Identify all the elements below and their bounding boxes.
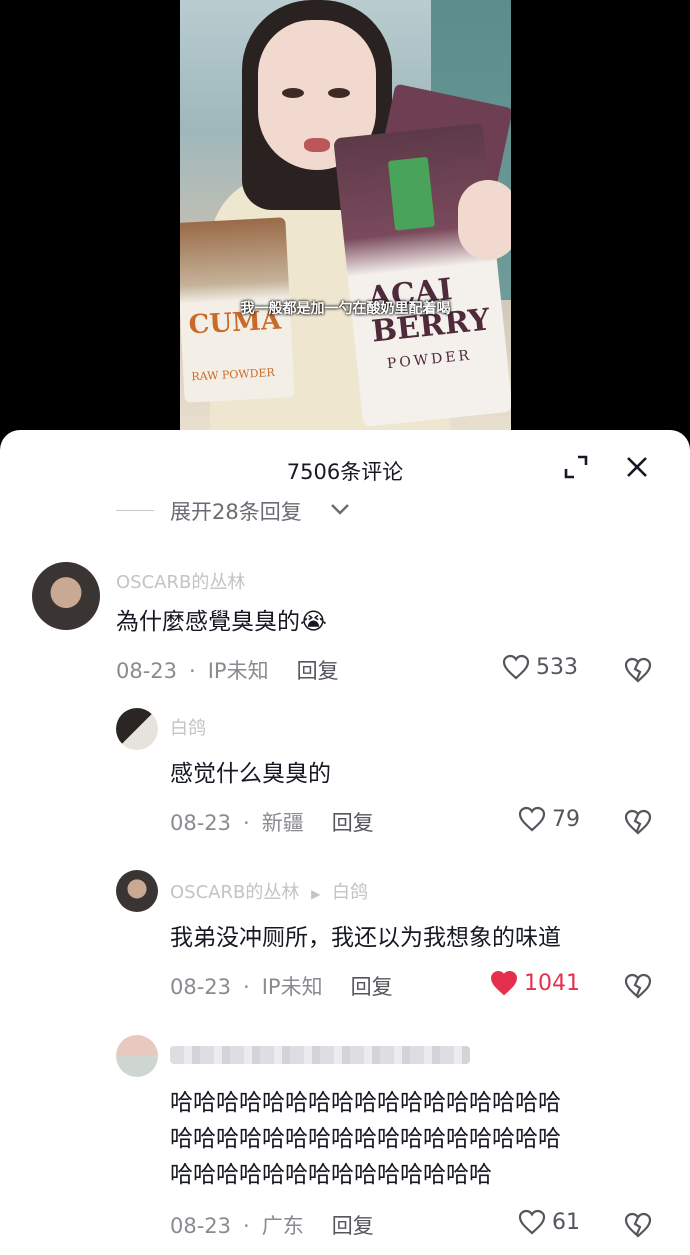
comment-meta: 08-23 · IP未知 回复 [116, 659, 339, 683]
reply-button[interactable]: 回复 [297, 659, 339, 683]
expand-replies[interactable]: 展开28条回复 [0, 496, 690, 526]
product-bag-right: ACAI BERRY POWDER [333, 122, 511, 428]
close-icon[interactable] [622, 452, 652, 482]
product-tag [387, 156, 435, 231]
like-count: 61 [552, 1209, 580, 1235]
dislike-heart-icon[interactable] [624, 656, 652, 684]
heart-icon [490, 970, 518, 996]
heart-icon [502, 654, 530, 680]
comment-username[interactable]: OSCARB的丛林 [116, 568, 245, 594]
comment-text: 我弟没冲厕所，我还以为我想象的味道 [170, 925, 561, 951]
like-button[interactable]: 1041 [490, 970, 580, 996]
comment-text: 感觉什么臭臭的 [170, 761, 331, 787]
divider-line [116, 510, 154, 511]
reply-button[interactable]: 回复 [332, 811, 374, 835]
comment-date: 08-23 [116, 659, 178, 683]
heart-icon [518, 1209, 546, 1235]
video-frame: CUMA RAW POWDER ACAI BERRY POWDER 我一般都是加… [180, 0, 511, 430]
product-type-left: RAW POWDER [191, 366, 276, 384]
video-subtitle: 我一般都是加一勺在酸奶里配着喝 [240, 301, 451, 317]
comment-text-line: 哈哈哈哈哈哈哈哈哈哈哈哈哈哈哈哈哈 [170, 1126, 561, 1152]
comment-date: 08-23 [170, 811, 232, 835]
comment-text: 為什麼感覺臭臭的😭 [116, 609, 327, 635]
dislike-heart-icon[interactable] [624, 808, 652, 836]
comment-location: 广东 [261, 1214, 304, 1238]
like-button[interactable]: 61 [518, 1209, 580, 1235]
eye-right [328, 88, 350, 98]
comment-username[interactable]: 白鸽 [170, 714, 206, 740]
person-hand [458, 180, 511, 260]
like-count: 533 [536, 654, 578, 680]
comment-text-line: 哈哈哈哈哈哈哈哈哈哈哈哈哈哈 [170, 1162, 492, 1188]
comment-location: IP未知 [261, 975, 323, 999]
reply-to-user[interactable]: 白鸽 [332, 882, 368, 903]
reply-button[interactable]: 回复 [332, 1214, 374, 1238]
dislike-heart-icon[interactable] [624, 972, 652, 1000]
expand-replies-label: 展开28条回复 [170, 500, 302, 524]
comment-location: 新疆 [261, 811, 304, 835]
reply-button[interactable]: 回复 [351, 975, 393, 999]
like-count: 1041 [524, 970, 580, 996]
comment-meta: 08-23 · IP未知 回复 [170, 975, 393, 999]
reply-author[interactable]: OSCARB的丛林 [170, 882, 299, 903]
fullscreen-icon[interactable] [561, 452, 591, 482]
chevron-down-icon [331, 504, 349, 515]
like-button[interactable]: 79 [518, 806, 580, 832]
comment-text-line: 哈哈哈哈哈哈哈哈哈哈哈哈哈哈哈哈哈 [170, 1090, 561, 1116]
video-player[interactable]: CUMA RAW POWDER ACAI BERRY POWDER 我一般都是加… [0, 0, 690, 440]
comments-sheet: 7506条评论 展开28条回复 OSCARB的丛林 為什麼感覺臭臭的😭 08-2… [0, 430, 690, 1255]
avatar[interactable] [116, 870, 158, 912]
dislike-heart-icon[interactable] [624, 1211, 652, 1239]
comment-date: 08-23 [170, 1214, 232, 1238]
comment-username[interactable]: OSCARB的丛林 ▶ 白鸽 [170, 878, 368, 904]
like-button[interactable]: 533 [502, 654, 578, 680]
comment-location: IP未知 [207, 659, 269, 683]
heart-icon [518, 806, 546, 832]
comment-meta: 08-23 · 广东 回复 [170, 1214, 374, 1238]
product-type-right: POWDER [386, 347, 473, 373]
eye-left [282, 88, 304, 98]
mouth [304, 138, 330, 152]
avatar[interactable] [32, 562, 100, 630]
reply-arrow-icon: ▶ [311, 887, 321, 901]
avatar[interactable] [116, 1035, 158, 1077]
like-count: 79 [552, 806, 580, 832]
comment-meta: 08-23 · 新疆 回复 [170, 811, 374, 835]
avatar[interactable] [116, 708, 158, 750]
comment-date: 08-23 [170, 975, 232, 999]
username-blurred[interactable] [170, 1046, 470, 1064]
